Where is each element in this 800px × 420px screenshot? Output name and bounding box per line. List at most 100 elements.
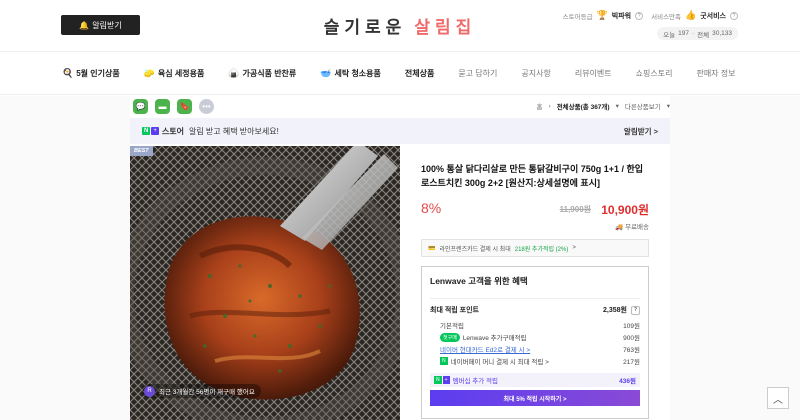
breadcrumb-home[interactable]: 홈 — [537, 101, 543, 111]
product-info: 100% 통살 닭다리살로 만든 통닭갈비구이 750g 1+1 / 한입 로스… — [421, 146, 649, 419]
naver-n-icon: N — [142, 127, 151, 135]
banner-alarm-link[interactable]: 알림받기 > — [624, 126, 658, 137]
benefit-box: Lenwave 고객을 위한 혜택 최대 적립 포인트 2,358원 ? 기본적… — [421, 266, 649, 419]
chevron-right-icon: › — [548, 102, 551, 110]
nav-item-qna[interactable]: 묻고 답하기 — [458, 68, 497, 79]
benefit-title: Lenwave 고객을 위한 혜택 — [430, 276, 528, 286]
store-header: 🔔 알림받기 슬기로운 살림집 스토어등급 🏆 빅파워 ? 서비스만족 👍 굿서비… — [0, 0, 800, 52]
card-icon: 💳 — [428, 245, 436, 252]
chevron-up-icon: ︿ — [773, 394, 783, 406]
start-membership-button[interactable]: 최대 5% 적립 시작하기 > — [430, 390, 640, 406]
banner-store: 스토어 — [161, 126, 184, 136]
nav-item-laundry[interactable]: 🥣 세탁 청소용품 — [320, 68, 381, 79]
nav-label: 5월 인기상품 — [76, 68, 120, 78]
sponge-icon: 🧽 — [143, 67, 155, 78]
thumbs-up-icon: 👍 — [685, 10, 697, 20]
notice-banner[interactable]: N + 스토어 알림 받고 혜택 받아보세요! 알림받기 > — [130, 118, 670, 144]
discount-rate: 8% — [421, 200, 442, 216]
bookmark-share-icon[interactable]: 🔖 — [177, 99, 192, 114]
pan-icon: 🍳 — [62, 67, 74, 78]
truck-icon: 🚚 — [615, 224, 626, 231]
benefit-row[interactable]: 네이버 현대카드 Ed2로 결제 시 > 763원 — [430, 343, 640, 355]
logo-part1: 슬기로운 — [323, 18, 407, 37]
plus-icon: + — [151, 127, 159, 135]
card-note-highlight: 218원 추가적립 (2%) — [514, 246, 569, 253]
membership-label: 멤버십 추가 적립 — [452, 378, 499, 385]
benefit-link[interactable]: 네이버페이 머니 결제 시 최대 적립 > — [451, 356, 549, 366]
grilled-chicken-image — [130, 146, 400, 420]
naver-pay-icon: N — [440, 357, 448, 365]
visit-today-label: 오늘 — [663, 31, 676, 39]
nav-item-popular[interactable]: 🍳 5월 인기상품 — [62, 68, 120, 79]
product-area: 💬 ▬ 🔖 ••• 홈 › 전체상품(총 367개) ▾ 다른상품보기 ▾ N … — [0, 96, 800, 420]
breadcrumb: 홈 › 전체상품(총 367개) ▾ 다른상품보기 ▾ — [537, 101, 670, 112]
benefit-row: 기본적립 109원 — [430, 319, 640, 331]
benefit-link[interactable]: 네이버 현대카드 Ed2로 결제 시 > — [440, 344, 530, 354]
shipping-label: 무료배송 — [625, 224, 649, 231]
sale-price: 10,900원 — [601, 203, 649, 217]
membership-row: N + 멤버십 추가 적립 436원 — [430, 373, 640, 387]
naver-n-icon: N — [434, 376, 442, 384]
help-icon[interactable]: ? — [730, 11, 738, 20]
breadcrumb-other[interactable]: 다른상품보기 — [625, 101, 661, 111]
benefit-row[interactable]: N 네이버페이 머니 결제 시 최대 적립 > 217원 — [430, 355, 640, 367]
max-points-label: 최대 적립 포인트 — [430, 307, 479, 314]
logo-part2: 살림집 — [414, 18, 477, 37]
breadcrumb-current[interactable]: 전체상품(총 367개) — [557, 101, 610, 111]
review-icon: R — [144, 385, 155, 397]
banner-text: 알림 받고 혜택 받아보세요! — [188, 126, 279, 136]
benefit-label: 기본적립 — [440, 323, 464, 330]
nav-item-shopping-story[interactable]: 쇼핑스토리 — [636, 68, 673, 79]
benefit-value: 217원 — [623, 359, 640, 366]
chevron-down-icon: ▾ — [666, 103, 670, 110]
benefit-row: 첫구매 Lenwave 추가구매적립 900원 — [430, 331, 640, 343]
first-purchase-tag: 첫구매 — [440, 332, 460, 342]
nav-item-notice[interactable]: 공지사항 — [521, 68, 550, 79]
shipping-info: 🚚 무료배송 — [421, 221, 649, 231]
share-buttons: 💬 ▬ 🔖 ••• — [133, 99, 214, 114]
max-points-value: 2,358원 — [603, 307, 627, 314]
original-price: 11,900원 — [559, 205, 591, 214]
repurchase-badge: R 최근 3개월간 56명이 재구매 했어요 — [142, 384, 261, 398]
card-note-prefix: 라인프렌즈카드 결제 시 최대 — [439, 246, 511, 253]
more-icon[interactable]: ••• — [199, 99, 214, 114]
chevron-down-icon: ▾ — [615, 103, 619, 110]
card-benefit-note[interactable]: 💳 라인프렌즈카드 결제 시 최대 218원 추가적립 (2%) > — [421, 239, 649, 257]
grade-label: 스토어등급 — [562, 13, 593, 21]
benefit-value: 763원 — [623, 347, 640, 354]
nav-item-seller-info[interactable]: 판매자 정보 — [696, 68, 735, 79]
talk-share-icon[interactable]: 💬 — [133, 99, 148, 114]
nav-label: 전체상품 — [404, 68, 435, 78]
plus-icon: + — [442, 376, 450, 384]
nav-label: 묻고 답하기 — [458, 68, 498, 78]
product-image[interactable]: BEST R 최근 3개월간 56명이 재구매 했어요 — [130, 146, 400, 420]
nav-label: 리뷰이벤트 — [574, 68, 612, 78]
nav-item-cleaning[interactable]: 🧽 육심 세정용품 — [144, 68, 205, 79]
nav-item-all-products[interactable]: 전체상품 — [405, 68, 434, 79]
rice-ball-icon: 🍙 — [228, 67, 240, 78]
nav-item-food[interactable]: 🍙 가공식품 반찬류 — [228, 68, 296, 79]
membership-value: 436원 — [619, 378, 636, 385]
scroll-top-button[interactable]: ︿ — [767, 387, 789, 409]
nav-label: 판매자 정보 — [696, 68, 736, 78]
nav-label: 육심 세정용품 — [157, 68, 205, 78]
nav-item-review-event[interactable]: 리뷰이벤트 — [575, 68, 612, 79]
service-value: 굿서비스 — [700, 12, 726, 20]
benefit-value: 109원 — [623, 323, 640, 330]
line-share-icon[interactable]: ▬ — [155, 99, 170, 114]
best-badge: BEST — [130, 146, 153, 156]
grade-badge-icon: 🏆 — [596, 10, 608, 20]
help-icon[interactable]: ? — [631, 305, 640, 315]
chevron-right-icon: > — [572, 245, 576, 251]
bowl-icon: 🥣 — [320, 67, 332, 78]
nav-label: 가공식품 반찬류 — [242, 68, 297, 78]
benefit-value: 900원 — [623, 335, 640, 342]
visitor-count: 오늘 197 · 전체 30,133 — [657, 27, 738, 40]
product-main: 💬 ▬ 🔖 ••• 홈 › 전체상품(총 367개) ▾ 다른상품보기 ▾ N … — [130, 96, 670, 420]
help-icon[interactable]: ? — [635, 11, 644, 20]
nav-label: 세탁 청소용품 — [334, 68, 381, 78]
nav-label: 공지사항 — [521, 68, 551, 78]
service-label: 서비스만족 — [651, 13, 682, 21]
price-box: 8% 11,900원 10,900원 — [421, 200, 649, 218]
visit-total-label: 전체 — [697, 31, 710, 39]
